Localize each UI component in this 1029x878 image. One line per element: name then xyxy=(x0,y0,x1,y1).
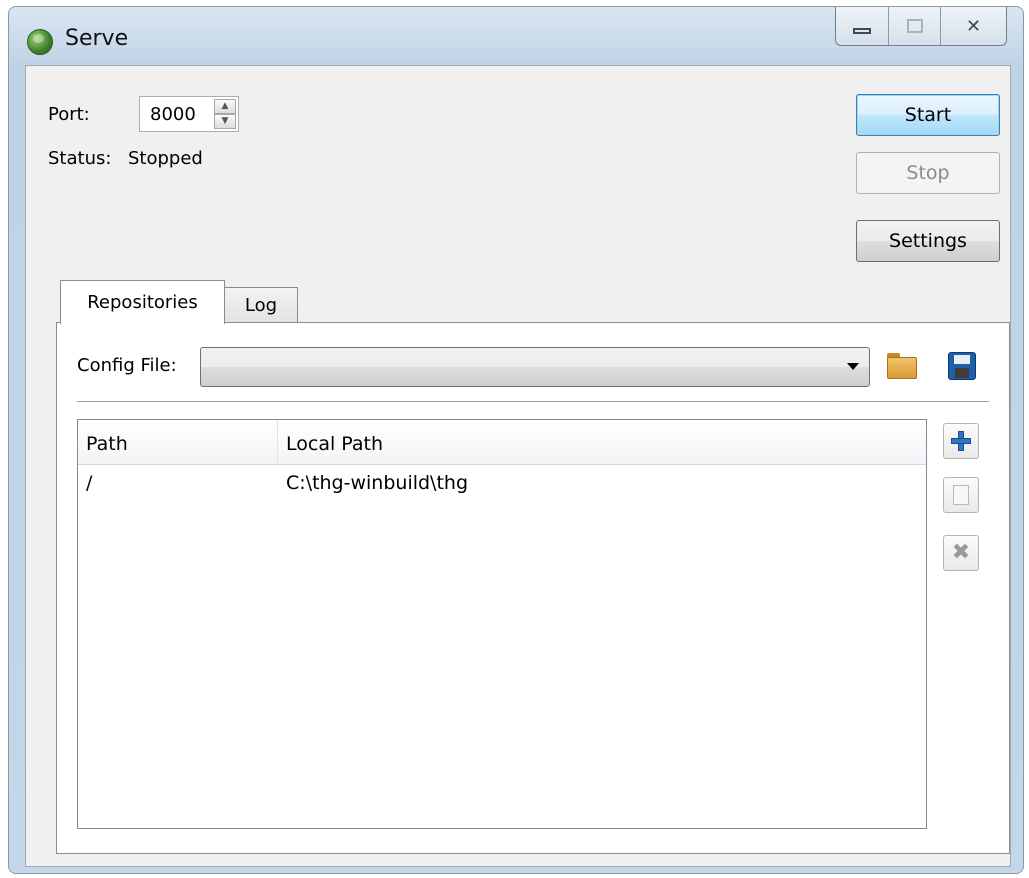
remove-repository-button[interactable]: ✖ xyxy=(943,535,979,571)
table-row[interactable]: / C:\thg-winbuild\thg xyxy=(78,466,926,502)
column-header-local-path[interactable]: Local Path xyxy=(278,420,926,464)
repositories-pane: Config File: Path Local Path / C:\thg-wi xyxy=(56,322,1010,854)
remove-icon: ✖ xyxy=(951,540,971,565)
minimize-icon xyxy=(853,28,871,34)
maximize-button[interactable] xyxy=(888,7,940,45)
add-icon xyxy=(951,431,971,451)
edit-repository-button[interactable] xyxy=(943,477,979,513)
spin-up-button[interactable]: ▲ xyxy=(214,99,236,114)
cell-local-path: C:\thg-winbuild\thg xyxy=(286,472,469,494)
window-controls: ✕ xyxy=(835,7,1007,46)
cell-path: / xyxy=(86,472,93,494)
client-area: Port: 8000 ▲ ▼ Status: Stopped Start Sto… xyxy=(25,65,1011,867)
open-config-button[interactable] xyxy=(883,347,921,385)
spin-down-button[interactable]: ▼ xyxy=(214,114,236,129)
edit-icon xyxy=(953,485,969,505)
title-bar[interactable]: Serve ✕ xyxy=(9,7,1023,65)
tab-log[interactable]: Log xyxy=(224,287,298,323)
save-config-button[interactable] xyxy=(943,347,981,385)
table-header: Path Local Path xyxy=(78,420,926,465)
save-icon xyxy=(948,352,976,380)
add-repository-button[interactable] xyxy=(943,423,979,459)
window-title: Serve xyxy=(65,26,129,51)
dropdown-arrow-icon xyxy=(847,363,859,370)
column-header-path[interactable]: Path xyxy=(78,420,278,464)
separator xyxy=(77,401,989,403)
maximize-icon xyxy=(906,19,923,33)
stop-button[interactable]: Stop xyxy=(856,152,1000,194)
repositories-table[interactable]: Path Local Path / C:\thg-winbuild\thg xyxy=(77,419,927,829)
close-button[interactable]: ✕ xyxy=(940,7,1006,45)
serve-window: Serve ✕ Port: 8000 ▲ ▼ Status: Stopped S… xyxy=(8,6,1024,874)
config-file-combo[interactable] xyxy=(200,347,870,387)
minimize-button[interactable] xyxy=(836,7,888,45)
port-spin-buttons: ▲ ▼ xyxy=(214,99,236,129)
status-label: Status: xyxy=(48,148,112,169)
settings-button[interactable]: Settings xyxy=(856,220,1000,262)
tab-repositories[interactable]: Repositories xyxy=(60,280,225,324)
port-spinbox[interactable]: 8000 ▲ ▼ xyxy=(139,96,239,132)
status-value: Stopped xyxy=(128,148,203,169)
port-label: Port: xyxy=(48,104,90,125)
config-file-label: Config File: xyxy=(77,355,177,376)
port-value[interactable]: 8000 xyxy=(150,104,196,125)
globe-icon xyxy=(27,29,53,55)
close-icon: ✕ xyxy=(965,15,982,37)
start-button[interactable]: Start xyxy=(856,94,1000,136)
folder-open-icon xyxy=(887,353,917,379)
